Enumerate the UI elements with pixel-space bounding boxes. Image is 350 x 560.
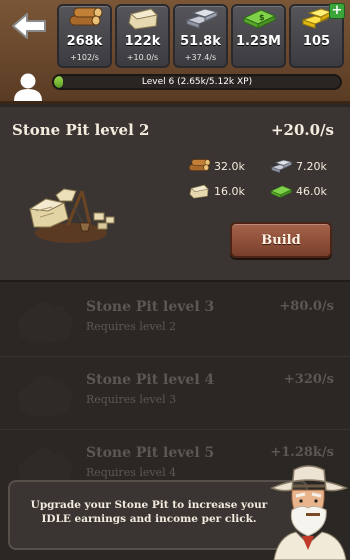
cost-iron-value: 7.20k xyxy=(296,159,327,173)
cash-stack-icon: $ xyxy=(242,9,276,29)
resource-gold[interactable]: + 105 xyxy=(289,3,345,68)
wood-logs-icon xyxy=(188,159,211,171)
resource-iron-rate: +37.4/s xyxy=(184,53,217,62)
iron-bars-icon xyxy=(184,8,219,29)
level-label: Level 6 (2.65k/5.12k XP) xyxy=(141,77,253,87)
stone-pit-illustration xyxy=(28,188,115,243)
top-bar: 268k +102/s 122k +10.0/s 51.8k +37.4/s $… xyxy=(0,0,350,104)
locked-building-title: Stone Pit level 3 xyxy=(86,299,215,315)
cost-iron: 7.20k xyxy=(268,155,344,177)
locked-building-title: Stone Pit level 5 xyxy=(86,445,215,461)
resource-stone[interactable]: 122k +10.0/s xyxy=(115,4,170,68)
locked-building-requirement: Requires level 2 xyxy=(86,320,177,333)
wood-logs-icon xyxy=(69,7,102,26)
locked-building-silhouette-icon xyxy=(18,301,72,343)
locked-building-rate: +320/s xyxy=(283,372,334,387)
build-button[interactable]: Build xyxy=(230,222,332,258)
cost-wood: 32.0k xyxy=(186,155,262,177)
resource-stone-value: 122k xyxy=(124,34,161,49)
cost-stone-value: 16.0k xyxy=(214,184,245,198)
building-card-active: Stone Pit level 2 +20.0/s 32.0k 7.20k 16… xyxy=(0,107,350,282)
resource-cash[interactable]: $ 1.23M xyxy=(231,4,286,68)
locked-building-rate: +80.0/s xyxy=(279,299,334,314)
buy-gold-button[interactable]: + xyxy=(329,3,345,19)
advisor-tip-box[interactable]: Upgrade your Stone Pit to increase your … xyxy=(8,480,308,550)
resource-wood-value: 268k xyxy=(66,34,103,49)
player-avatar[interactable] xyxy=(8,70,48,102)
resource-wood-rate: +102/s xyxy=(70,53,99,62)
resource-gold-value: 105 xyxy=(302,34,331,49)
resource-wood[interactable]: 268k +102/s xyxy=(57,4,112,68)
resource-stone-rate: +10.0/s xyxy=(126,53,159,62)
iron-bars-icon xyxy=(270,159,293,173)
locked-building-silhouette-icon xyxy=(18,374,72,416)
cost-stone: 16.0k xyxy=(186,180,262,202)
locked-building-requirement: Requires level 4 xyxy=(86,466,177,479)
divider xyxy=(0,356,350,357)
divider xyxy=(0,429,350,430)
stone-block-icon xyxy=(127,8,158,30)
building-card-locked: Stone Pit level 3 +80.0/s Requires level… xyxy=(0,287,350,359)
user-silhouette-icon xyxy=(14,73,42,101)
building-title: Stone Pit level 2 xyxy=(12,121,150,139)
stone-block-icon xyxy=(189,184,209,199)
cost-cash-value: 46.0k xyxy=(296,184,327,198)
building-card-locked: Stone Pit level 4 +320/s Requires level … xyxy=(0,360,350,432)
resource-iron[interactable]: 51.8k +37.4/s xyxy=(173,4,228,68)
back-button[interactable] xyxy=(6,6,52,46)
back-arrow-icon xyxy=(12,13,46,39)
resource-cash-value: 1.23M xyxy=(235,34,281,49)
xp-progress-bar: Level 6 (2.65k/5.12k XP) xyxy=(52,74,342,90)
cost-cash: 46.0k xyxy=(268,180,344,202)
advisor-tip-text: Upgrade your Stone Pit to increase your … xyxy=(30,499,268,525)
advisor-character-icon[interactable] xyxy=(268,458,350,560)
resource-iron-value: 51.8k xyxy=(180,34,221,49)
locked-building-requirement: Requires level 3 xyxy=(86,393,177,406)
cash-stack-icon xyxy=(270,185,293,199)
cost-wood-value: 32.0k xyxy=(214,159,245,173)
locked-building-title: Stone Pit level 4 xyxy=(86,372,215,388)
building-rate: +20.0/s xyxy=(270,121,334,139)
svg-text:$: $ xyxy=(259,13,265,22)
